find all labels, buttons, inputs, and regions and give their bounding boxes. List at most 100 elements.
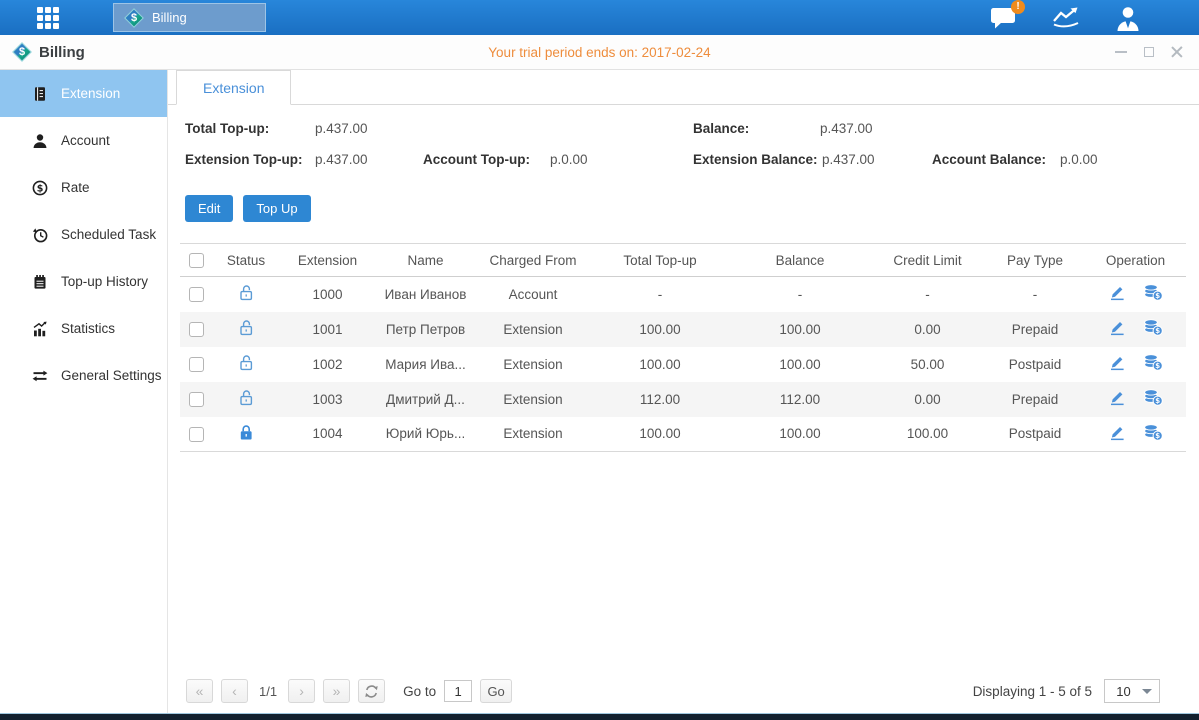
open-app-tab-label: Billing <box>152 10 187 25</box>
pay-type-cell: Postpaid <box>985 417 1085 452</box>
extension-cell: 1003 <box>280 382 375 417</box>
top-up-icon[interactable]: $ <box>1143 319 1163 339</box>
chevron-down-icon <box>1142 689 1152 699</box>
balance-cell: 112.00 <box>730 382 870 417</box>
row-checkbox[interactable] <box>189 427 204 442</box>
messages-icon[interactable]: ! <box>988 4 1020 32</box>
close-icon[interactable] <box>1169 44 1185 60</box>
select-all-checkbox[interactable] <box>189 253 204 268</box>
row-checkbox[interactable] <box>189 322 204 337</box>
account-topup-value: p.0.00 <box>550 152 588 167</box>
row-checkbox[interactable] <box>189 287 204 302</box>
edit-icon[interactable] <box>1108 284 1126 304</box>
total-topup-cell: 100.00 <box>590 417 730 452</box>
credit-limit-cell: 0.00 <box>870 382 985 417</box>
sidebar-item-general-settings[interactable]: General Settings <box>0 352 167 399</box>
lock-open-icon <box>238 354 254 374</box>
sidebar: Extension Account $ Rate Scheduled T <box>0 70 168 713</box>
open-app-tab-billing[interactable]: $ Billing <box>113 3 266 32</box>
page-size-select[interactable]: 10 <box>1104 679 1160 703</box>
account-topup-label: Account Top-up: <box>423 152 530 167</box>
next-page-button[interactable]: › <box>288 679 315 703</box>
billing-diamond-icon: $ <box>124 8 144 28</box>
top-up-icon[interactable]: $ <box>1143 354 1163 374</box>
name-cell: Петр Петров <box>375 312 476 347</box>
top-up-button[interactable]: Top Up <box>243 195 310 222</box>
apps-grid-icon[interactable] <box>37 7 69 29</box>
table-row: 1004 Юрий Юрь... Extension 100.00 100.00… <box>180 417 1186 452</box>
edit-button[interactable]: Edit <box>185 195 233 222</box>
table-row: 1003 Дмитрий Д... Extension 112.00 112.0… <box>180 382 1186 417</box>
lock-open-icon <box>238 319 254 339</box>
row-checkbox[interactable] <box>189 357 204 372</box>
person-icon <box>31 132 48 149</box>
edit-icon[interactable] <box>1108 389 1126 409</box>
top-up-icon[interactable]: $ <box>1143 284 1163 304</box>
credit-limit-cell: - <box>870 277 985 312</box>
extension-cell: 1000 <box>280 277 375 312</box>
window-title: Billing <box>39 44 85 61</box>
maximize-icon[interactable] <box>1141 44 1157 60</box>
first-page-button[interactable]: « <box>186 679 213 703</box>
sidebar-item-topup-history[interactable]: Top-up History <box>0 258 167 305</box>
sidebar-item-label: Extension <box>61 86 120 101</box>
charged-from-cell: Account <box>476 277 590 312</box>
sidebar-item-statistics[interactable]: Statistics <box>0 305 167 352</box>
balance-cell: 100.00 <box>730 312 870 347</box>
goto-page-input[interactable] <box>444 680 472 702</box>
minimize-icon[interactable] <box>1113 44 1129 60</box>
extension-balance-value: p.437.00 <box>822 152 875 167</box>
column-header-balance: Balance <box>730 244 870 277</box>
prev-page-button[interactable]: ‹ <box>221 679 248 703</box>
page-indicator: 1/1 <box>259 684 277 699</box>
trial-message: Your trial period ends on: 2017-02-24 <box>0 45 1199 60</box>
balance-label: Balance: <box>693 121 749 136</box>
tab-extension[interactable]: Extension <box>176 70 291 105</box>
name-cell: Иван Иванов <box>375 277 476 312</box>
column-header-total-topup: Total Top-up <box>590 244 730 277</box>
balance-cell: 100.00 <box>730 417 870 452</box>
clock-icon <box>31 226 48 243</box>
top-up-icon[interactable]: $ <box>1143 389 1163 409</box>
total-topup-cell: 112.00 <box>590 382 730 417</box>
total-topup-cell: - <box>590 277 730 312</box>
notepad-icon <box>31 273 48 290</box>
account-balance-label: Account Balance: <box>932 152 1046 167</box>
edit-icon[interactable] <box>1108 424 1126 444</box>
extension-cell: 1004 <box>280 417 375 452</box>
go-button[interactable]: Go <box>480 679 512 703</box>
svg-text:$: $ <box>1156 292 1161 300</box>
dollar-circle-icon: $ <box>31 179 48 196</box>
edit-icon[interactable] <box>1108 319 1126 339</box>
total-topup-cell: 100.00 <box>590 347 730 382</box>
column-header-status: Status <box>212 244 280 277</box>
edit-icon[interactable] <box>1108 354 1126 374</box>
table-row: 1000 Иван Иванов Account - - - - $ <box>180 277 1186 312</box>
exchange-arrows-icon <box>31 367 48 384</box>
svg-text:$: $ <box>1156 432 1161 440</box>
top-app-bar: $ Billing ! <box>0 0 1199 35</box>
balance-summary: Total Top-up: p.437.00 Balance: p.437.00… <box>168 105 1199 185</box>
resource-monitor-icon[interactable] <box>1050 4 1082 32</box>
refresh-button[interactable] <box>358 679 385 703</box>
sidebar-item-scheduled-task[interactable]: Scheduled Task <box>0 211 167 258</box>
bottom-edge-strip <box>0 713 1199 720</box>
row-checkbox[interactable] <box>189 392 204 407</box>
total-topup-label: Total Top-up: <box>185 121 269 136</box>
goto-label: Go to <box>403 684 436 699</box>
column-header-pay-type: Pay Type <box>985 244 1085 277</box>
balance-cell: 100.00 <box>730 347 870 382</box>
sidebar-item-account[interactable]: Account <box>0 117 167 164</box>
user-account-icon[interactable] <box>1112 4 1144 32</box>
sidebar-item-label: Account <box>61 133 110 148</box>
last-page-button[interactable]: » <box>323 679 350 703</box>
extension-cell: 1002 <box>280 347 375 382</box>
charged-from-cell: Extension <box>476 417 590 452</box>
lock-open-icon <box>238 389 254 409</box>
main-content: Extension Total Top-up: p.437.00 Balance… <box>168 70 1199 713</box>
sidebar-item-label: General Settings <box>61 368 162 383</box>
top-up-icon[interactable]: $ <box>1143 424 1163 444</box>
sidebar-item-rate[interactable]: $ Rate <box>0 164 167 211</box>
sidebar-item-extension[interactable]: Extension <box>0 70 167 117</box>
extension-balance-label: Extension Balance: <box>693 152 818 167</box>
